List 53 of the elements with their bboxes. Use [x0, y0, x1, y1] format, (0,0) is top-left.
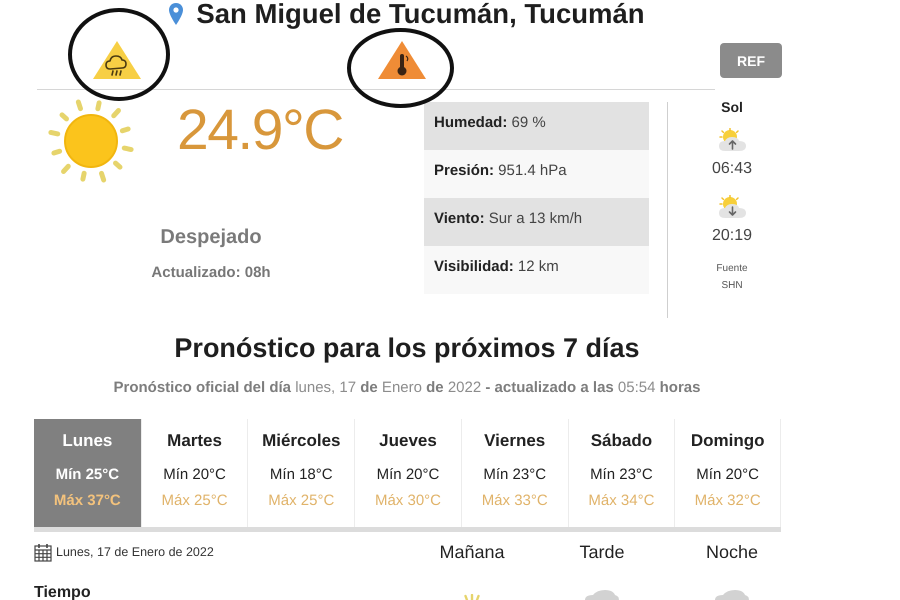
period-label: Mañana	[438, 541, 506, 563]
detail-text: Presión: 951.4 hPa	[434, 162, 567, 179]
day-name: Lunes	[62, 431, 112, 451]
min-temperature: Mín 23°C	[483, 466, 546, 484]
period-label: Tarde	[578, 541, 626, 563]
min-temperature: Mín 20°C	[376, 466, 440, 484]
period-label: Noche	[704, 541, 760, 563]
max-temperature: Máx 32°C	[694, 492, 761, 510]
detail-text: Humedad: 69 %	[434, 114, 546, 131]
day-card[interactable]: Martes Mín 20°C Máx 25°C	[140, 419, 248, 527]
min-temperature: Mín 18°C	[270, 466, 333, 484]
min-temperature: Mín 23°C	[590, 466, 653, 484]
day-name: Martes	[167, 431, 222, 451]
forecast-title: Pronóstico para los próximos 7 días	[173, 332, 641, 364]
min-temperature: Mín 20°C	[696, 466, 759, 484]
max-temperature: Máx 33°C	[482, 492, 548, 510]
sunrise-time: 06:43	[712, 159, 752, 179]
source-name: SHN	[721, 279, 743, 292]
cloud-icon	[585, 590, 619, 600]
day-name: Viernes	[484, 431, 546, 451]
updated-text: Actualizado: 08h	[150, 264, 272, 282]
max-temperature: Máx 25°C	[268, 492, 334, 510]
condition-text: Despejado	[159, 225, 263, 249]
day-card[interactable]: Sábado Mín 23°C Máx 34°C	[568, 419, 674, 527]
day-name: Miércoles	[262, 431, 340, 451]
day-name: Sábado	[590, 431, 652, 451]
row-label: Tiempo	[34, 586, 92, 600]
max-temperature: Máx 25°C	[162, 492, 228, 510]
day-name: Jueves	[379, 431, 437, 451]
max-temperature: Máx 30°C	[374, 492, 441, 510]
day-card[interactable]: Lunes Mín 25°C Máx 37°C	[34, 419, 141, 527]
min-temperature: Mín 20°C	[163, 466, 226, 484]
max-temperature: Máx 37°C	[54, 492, 121, 510]
detail-text: Visibilidad: 12 km	[434, 258, 559, 275]
max-temperature: Máx 34°C	[588, 492, 654, 510]
sun-icon	[47, 97, 135, 185]
location-title: San Miguel de Tucumán, Tucumán	[196, 0, 645, 28]
date-text: Lunes, 17 de Enero de 2022	[56, 544, 214, 560]
sunset-time: 20:19	[712, 226, 752, 246]
day-card[interactable]: Domingo Mín 20°C Máx 32°C	[674, 419, 781, 527]
sunrise-icon	[718, 128, 746, 152]
sunset-icon	[718, 195, 746, 219]
min-temperature: Mín 25°C	[56, 466, 120, 484]
temperature: 24.9°C	[177, 102, 343, 159]
location-pin-icon	[169, 3, 184, 25]
forecast-subtitle: Pronóstico oficial del día lunes, 17 de Enero de 2022 - actualizado a las 05:54 horas	[112, 379, 702, 397]
sun-title: Sol	[721, 98, 743, 116]
cloud-icon	[715, 590, 749, 600]
day-name: Domingo	[690, 431, 764, 451]
source-label: Fuente	[716, 262, 748, 275]
sun-icon	[464, 594, 480, 600]
calendar-icon	[34, 542, 52, 562]
detail-text: Viento: Sur a 13 km/h	[434, 210, 582, 227]
